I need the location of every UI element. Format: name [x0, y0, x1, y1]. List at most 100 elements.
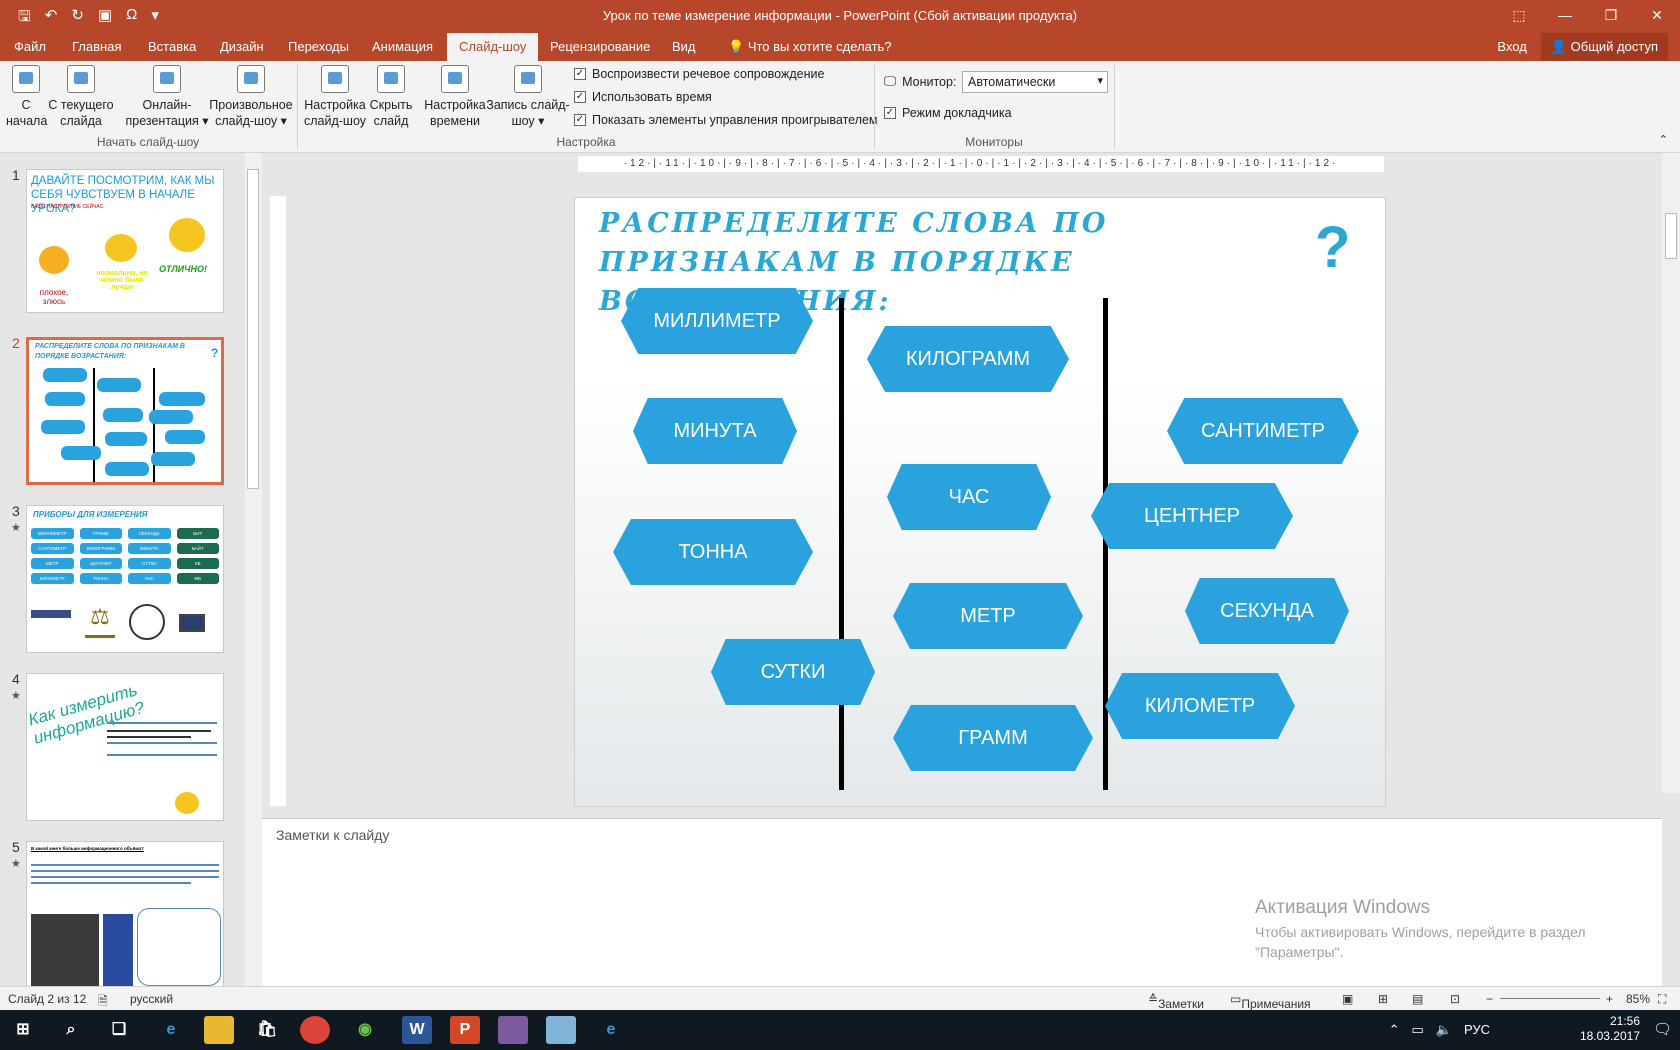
- search-icon[interactable]: ⌕: [56, 1016, 86, 1044]
- reading-view-icon[interactable]: ▤: [1412, 992, 1423, 1006]
- close-icon[interactable]: ✕: [1634, 0, 1680, 33]
- word-shape-hour[interactable]: ЧАС: [887, 464, 1051, 530]
- volume-icon[interactable]: 🔈: [1436, 1022, 1452, 1038]
- callout-bubble: [137, 908, 221, 986]
- scroll-thumb[interactable]: [247, 169, 259, 489]
- scroll-thumb[interactable]: [1665, 213, 1677, 259]
- from-current-slide-button[interactable]: С текущего слайда: [48, 65, 114, 129]
- rehearse-timings-button[interactable]: Настройка времени: [420, 65, 490, 129]
- language-indicator[interactable]: русский: [130, 992, 173, 1006]
- comments-toggle[interactable]: ▭ Примечания: [1230, 992, 1311, 1011]
- notes-toggle[interactable]: ≙ Заметки: [1148, 992, 1204, 1011]
- app-icon[interactable]: ◉: [350, 1016, 380, 1044]
- maximize-icon[interactable]: ❐: [1588, 0, 1634, 33]
- tab-animation[interactable]: Анимация: [360, 33, 445, 61]
- tab-home[interactable]: Главная: [60, 33, 133, 61]
- word-shape-ton[interactable]: ТОННА: [613, 519, 813, 585]
- keyboard-language[interactable]: РУС: [1464, 1022, 1490, 1038]
- editor-scrollbar[interactable]: [1662, 153, 1680, 793]
- monitor-select[interactable]: Автоматически: [962, 71, 1108, 93]
- from-beginning-button[interactable]: Сначала: [6, 65, 47, 129]
- fit-slide-icon[interactable]: ⛶: [1658, 992, 1666, 1007]
- network-icon[interactable]: ▭: [1411, 1022, 1423, 1038]
- tab-design[interactable]: Дизайн: [208, 33, 276, 61]
- slide-sorter-icon[interactable]: ⊞: [1378, 992, 1388, 1006]
- notepad-icon[interactable]: [546, 1016, 576, 1044]
- neutral-face-icon: [105, 234, 137, 262]
- thumb-word-shape: [165, 430, 205, 444]
- word-shape-meter[interactable]: МЕТР: [893, 583, 1083, 649]
- file-explorer-icon[interactable]: [204, 1016, 234, 1044]
- tab-file[interactable]: Файл: [2, 33, 58, 61]
- tray-arrow-icon[interactable]: ⌃: [1389, 1022, 1400, 1038]
- word-shape-centimeter[interactable]: САНТИМЕТР: [1167, 398, 1359, 464]
- checkmark-icon: ✓: [574, 91, 586, 103]
- slideshow-view-icon[interactable]: ⊡: [1450, 992, 1460, 1006]
- custom-show-icon: [237, 65, 265, 93]
- zoom-out-icon[interactable]: −: [1486, 992, 1493, 1006]
- tell-me-box[interactable]: 💡 Что вы хотите сделать?: [716, 33, 904, 61]
- zoom-level[interactable]: 85%: [1626, 992, 1650, 1006]
- word-shape-gram[interactable]: ГРАММ: [893, 705, 1093, 771]
- setup-slideshow-button[interactable]: Настройка слайд-шоу: [302, 65, 368, 129]
- media-controls-checkbox[interactable]: ✓ Показать элементы управления проигрыват…: [574, 113, 878, 127]
- zoom-slider[interactable]: [1500, 998, 1600, 999]
- thumbnails-scrollbar[interactable]: [245, 153, 262, 986]
- slide-thumbnail-5[interactable]: В какой книге больше информационного объ…: [26, 841, 224, 989]
- tab-review[interactable]: Рецензирование: [538, 33, 662, 61]
- slide-thumbnail-1[interactable]: ДАВАЙТЕ ПОСМОТРИМ, КАК МЫ СЕБЯ ЧУВСТВУЕМ…: [26, 169, 224, 313]
- current-slide[interactable]: РАСПРЕДЕЛИТЕ СЛОВА ПО ПРИЗНАКАМ В ПОРЯДК…: [574, 197, 1386, 807]
- slide-thumbnail-3[interactable]: ПРИБОРЫ ДЛЯ ИЗМЕРЕНИЯ МИЛЛИМЕТР ГРАММ СЕ…: [26, 505, 224, 653]
- signin-link[interactable]: Вход: [1497, 33, 1526, 61]
- vertical-ruler: [270, 196, 286, 806]
- tab-transitions[interactable]: Переходы: [276, 33, 361, 61]
- edge-icon[interactable]: e: [156, 1016, 186, 1044]
- share-button[interactable]: 👤 Общий доступ: [1540, 33, 1668, 61]
- task-view-icon[interactable]: ❏: [104, 1016, 134, 1044]
- word-shape-day[interactable]: СУТКИ: [711, 639, 875, 705]
- internet-explorer-icon[interactable]: e: [596, 1016, 626, 1044]
- collapse-ribbon-icon[interactable]: ⌃: [1659, 133, 1668, 146]
- powerpoint-icon[interactable]: P: [450, 1016, 480, 1044]
- tab-slideshow[interactable]: Слайд-шоу: [447, 33, 539, 61]
- hide-slide-button[interactable]: Скрыть слайд: [368, 65, 414, 129]
- archiver-icon[interactable]: [498, 1016, 528, 1044]
- chrome-icon[interactable]: [300, 1016, 330, 1044]
- text-line: [31, 870, 219, 872]
- thumb-word-shape: [103, 408, 143, 422]
- word-shape-kilometer[interactable]: КИЛОМЕТР: [1105, 673, 1295, 739]
- ribbon-display-icon[interactable]: ⬚: [1496, 0, 1542, 33]
- tab-view[interactable]: Вид: [660, 33, 708, 61]
- normal-view-icon[interactable]: ▣: [1342, 992, 1353, 1006]
- word-shape-centner[interactable]: ЦЕНТНЕР: [1091, 483, 1293, 549]
- notifications-icon[interactable]: 🗨: [1653, 1020, 1672, 1038]
- divider: [874, 65, 875, 149]
- zoom-in-icon[interactable]: +: [1606, 992, 1613, 1006]
- slide-thumbnail-2[interactable]: РАСПРЕДЕЛИТЕ СЛОВА ПО ПРИЗНАКАМ В ПОРЯДК…: [26, 337, 224, 485]
- divider-line: [93, 368, 95, 482]
- start-icon[interactable]: ⊞: [8, 1016, 38, 1044]
- word-shape-kilogram[interactable]: КИЛОГРАММ: [867, 326, 1069, 392]
- word-shape-millimeter[interactable]: МИЛЛИМЕТР: [621, 288, 813, 354]
- clock[interactable]: 21:56 18.03.2017: [1580, 1014, 1640, 1044]
- notes-placeholder[interactable]: Заметки к слайду: [276, 827, 389, 843]
- word-shape-second[interactable]: СЕКУНДА: [1185, 578, 1349, 644]
- word-shape-minute[interactable]: МИНУТА: [633, 398, 797, 464]
- record-slideshow-button[interactable]: Запись слайд-шоу ▾: [486, 65, 570, 129]
- group-setup: Настройка: [556, 135, 616, 149]
- play-current-icon: [67, 65, 95, 93]
- tab-insert[interactable]: Вставка: [136, 33, 208, 61]
- custom-slideshow-button[interactable]: Произвольное слайд-шоу ▾: [208, 65, 294, 129]
- thumb-word-shape: [97, 378, 141, 392]
- windows-taskbar: ⊞ ⌕ ❏ e 🛍 ◉ W P e ⌃ ▭ 🔈 РУС 21:56 18.03.…: [0, 1010, 1680, 1050]
- use-timings-checkbox[interactable]: ✓ Использовать время: [574, 90, 712, 104]
- narration-checkbox[interactable]: ✓ Воспроизвести речевое сопровождение: [574, 67, 824, 81]
- presenter-view-checkbox[interactable]: ✓ Режим докладчика: [884, 106, 1012, 120]
- thumb-word-shape: [105, 462, 149, 476]
- slide-thumbnail-4[interactable]: Как измерить информацию?: [26, 673, 224, 821]
- word-icon[interactable]: W: [402, 1016, 432, 1044]
- column-divider[interactable]: [839, 298, 844, 790]
- minimize-icon[interactable]: —: [1542, 0, 1588, 33]
- store-icon[interactable]: 🛍: [252, 1016, 282, 1044]
- online-presentation-button[interactable]: Онлайн-презентация ▾: [124, 65, 210, 129]
